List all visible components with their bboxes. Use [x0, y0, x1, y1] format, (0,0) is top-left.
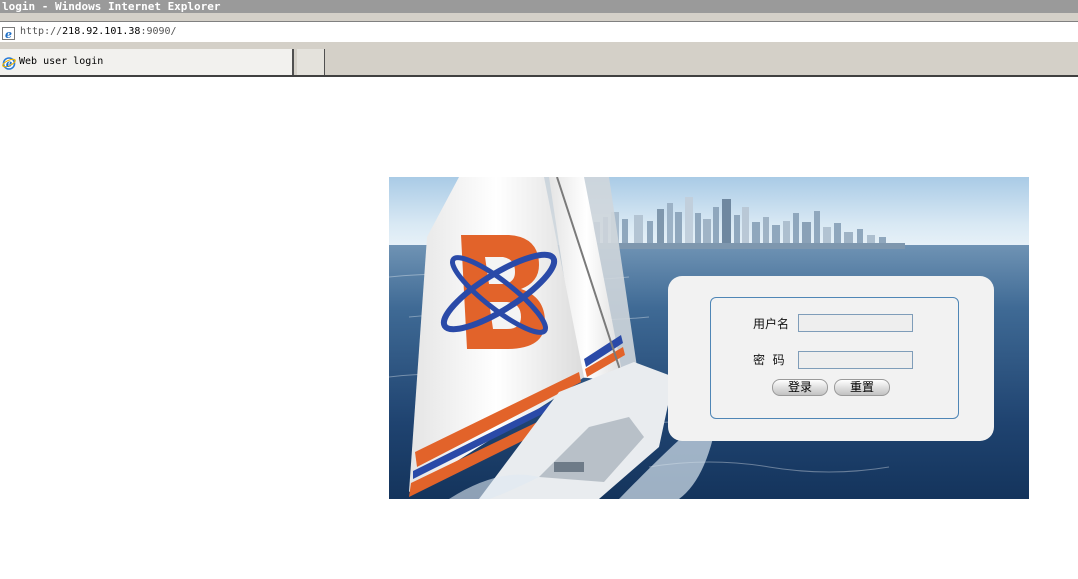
login-panel: 用户名 密 码 登录 重置: [668, 276, 994, 441]
tab-label: Web user login: [19, 56, 104, 67]
address-field[interactable]: e http://218.92.101.38:9090/: [0, 21, 1078, 42]
login-button[interactable]: 登录: [772, 379, 828, 396]
page-content: 用户名 密 码 登录 重置: [0, 77, 1078, 579]
window-title: login - Windows Internet Explorer: [2, 0, 221, 13]
svg-text:e: e: [5, 28, 12, 40]
username-input[interactable]: [798, 314, 913, 332]
address-bar: e http://218.92.101.38:9090/: [0, 13, 1078, 43]
address-host: 218.92.101.38: [62, 26, 141, 37]
new-tab-button[interactable]: [297, 49, 325, 75]
username-label: 用户名: [753, 317, 790, 331]
reset-button[interactable]: 重置: [834, 379, 890, 396]
address-port: :9090/: [140, 26, 177, 37]
ie-icon: e: [2, 55, 16, 70]
address-url[interactable]: http://218.92.101.38:9090/: [20, 25, 177, 38]
login-banner: 用户名 密 码 登录 重置: [389, 177, 1029, 499]
tab-strip: e Web user login: [0, 43, 1078, 77]
tab-web-user-login[interactable]: e Web user login: [0, 49, 294, 75]
login-form: 用户名 密 码 登录 重置: [710, 297, 959, 419]
ie-icon: e: [2, 25, 15, 41]
password-label: 密 码: [753, 353, 785, 367]
window-title-bar: login - Windows Internet Explorer: [0, 0, 1078, 13]
address-protocol: http://: [20, 26, 63, 37]
svg-text:e: e: [6, 59, 12, 70]
password-input[interactable]: [798, 351, 913, 369]
